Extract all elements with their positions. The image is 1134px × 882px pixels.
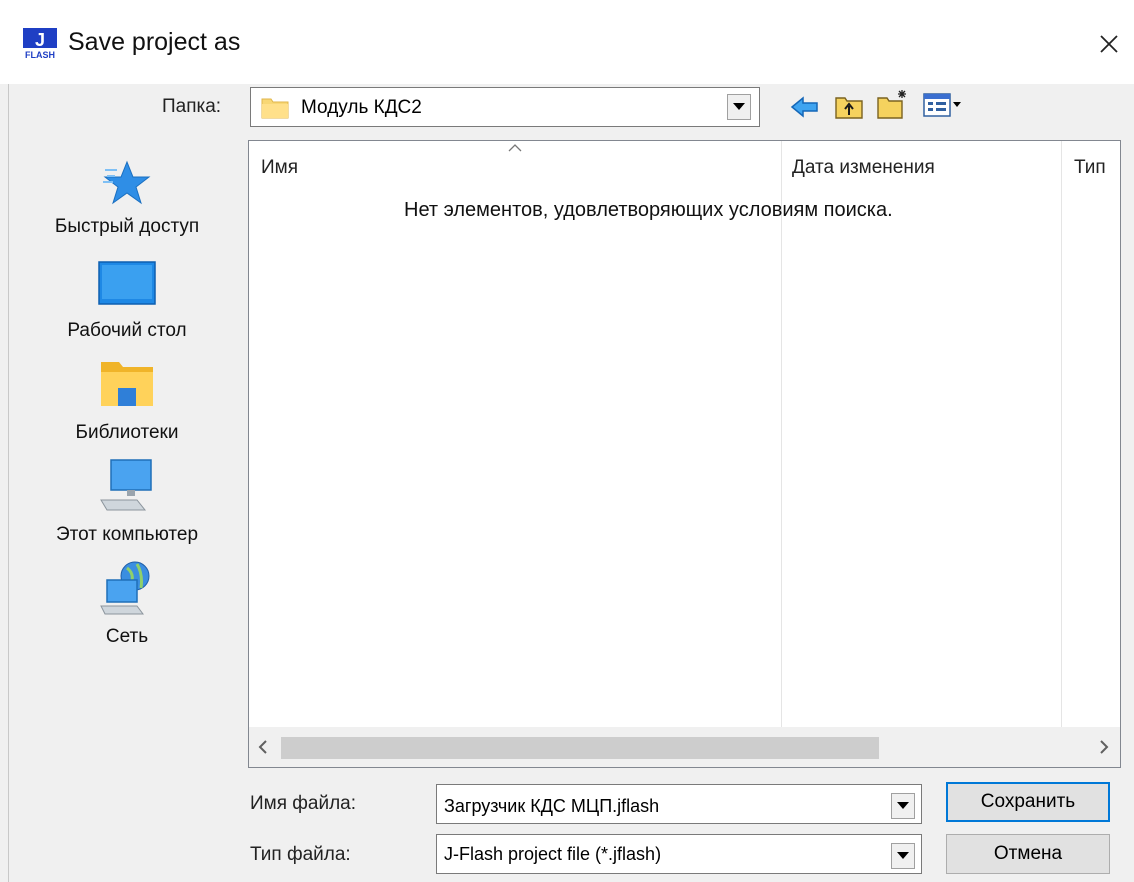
quick-access-star-icon bbox=[103, 160, 151, 205]
place-network[interactable] bbox=[33, 560, 221, 621]
filetype-dropdown-button[interactable] bbox=[891, 843, 915, 869]
horizontal-scrollbar[interactable] bbox=[249, 727, 1120, 767]
place-label-libraries: Библиотеки bbox=[75, 422, 179, 443]
filetype-combo[interactable]: J-Flash project file (*.jflash) bbox=[436, 834, 922, 874]
filename-input[interactable]: Загрузчик КДС МЦП.jflash bbox=[444, 796, 659, 817]
window-title: Save project as bbox=[68, 28, 241, 56]
save-button[interactable]: Сохранить bbox=[946, 782, 1110, 822]
svg-text:FLASH: FLASH bbox=[25, 50, 55, 60]
desktop-icon bbox=[98, 261, 156, 305]
back-arrow-icon[interactable] bbox=[790, 95, 820, 119]
location-value: Модуль КДС2 bbox=[301, 97, 422, 118]
column-header-type[interactable]: Тип bbox=[1074, 157, 1106, 179]
file-list[interactable]: Имя Дата изменения Тип Нет элементов, уд… bbox=[248, 140, 1121, 768]
save-dialog: J FLASH Save project as Папка: Модуль КД… bbox=[0, 0, 1134, 882]
filename-label: Имя файла: bbox=[250, 793, 357, 814]
view-menu-icon[interactable] bbox=[922, 92, 962, 120]
chevron-down-icon bbox=[897, 852, 909, 859]
place-label-this-computer: Этот компьютер bbox=[55, 524, 199, 545]
places-bar: Быстрый доступ Рабочий стол Библиотеки Э… bbox=[33, 140, 221, 660]
column-header-name[interactable]: Имя bbox=[261, 157, 298, 179]
close-icon[interactable] bbox=[1092, 27, 1126, 61]
place-desktop[interactable] bbox=[33, 261, 221, 310]
location-dropdown-button[interactable] bbox=[727, 94, 751, 120]
place-libraries[interactable] bbox=[33, 358, 221, 413]
empty-list-message: Нет элементов, удовлетворяющих условиям … bbox=[404, 199, 893, 221]
folder-up-icon[interactable] bbox=[834, 92, 864, 120]
sort-up-icon bbox=[508, 144, 522, 152]
filename-combo[interactable]: Загрузчик КДС МЦП.jflash bbox=[436, 784, 922, 824]
scrollbar-thumb[interactable] bbox=[281, 737, 879, 759]
location-label: Папка: bbox=[162, 96, 222, 117]
column-divider bbox=[781, 141, 782, 727]
network-icon bbox=[100, 561, 150, 615]
window-left-edge bbox=[0, 84, 9, 882]
libraries-icon bbox=[101, 362, 153, 406]
computer-icon bbox=[100, 459, 152, 511]
new-folder-icon[interactable] bbox=[876, 88, 910, 120]
filename-dropdown-button[interactable] bbox=[891, 793, 915, 819]
svg-text:J: J bbox=[35, 30, 45, 50]
place-quick-access[interactable] bbox=[33, 160, 221, 211]
column-header-date-modified[interactable]: Дата изменения bbox=[792, 157, 935, 179]
jflash-app-icon: J FLASH bbox=[23, 28, 57, 60]
place-this-computer[interactable] bbox=[33, 458, 221, 517]
scroll-left-icon[interactable] bbox=[257, 739, 269, 755]
chevron-down-icon bbox=[897, 802, 909, 809]
chevron-down-icon bbox=[733, 103, 745, 110]
place-label-network: Сеть bbox=[105, 626, 149, 647]
location-combo[interactable]: Модуль КДС2 bbox=[250, 87, 760, 127]
title-bar: J FLASH Save project as bbox=[0, 0, 1134, 84]
place-label-quick-access: Быстрый доступ bbox=[54, 216, 200, 237]
filetype-label: Тип файла: bbox=[250, 844, 351, 865]
cancel-button[interactable]: Отмена bbox=[946, 834, 1110, 874]
column-divider bbox=[1061, 141, 1062, 727]
scroll-right-icon[interactable] bbox=[1098, 739, 1110, 755]
place-label-desktop: Рабочий стол bbox=[67, 320, 187, 341]
filetype-value: J-Flash project file (*.jflash) bbox=[444, 844, 662, 864]
folder-icon bbox=[261, 98, 289, 119]
